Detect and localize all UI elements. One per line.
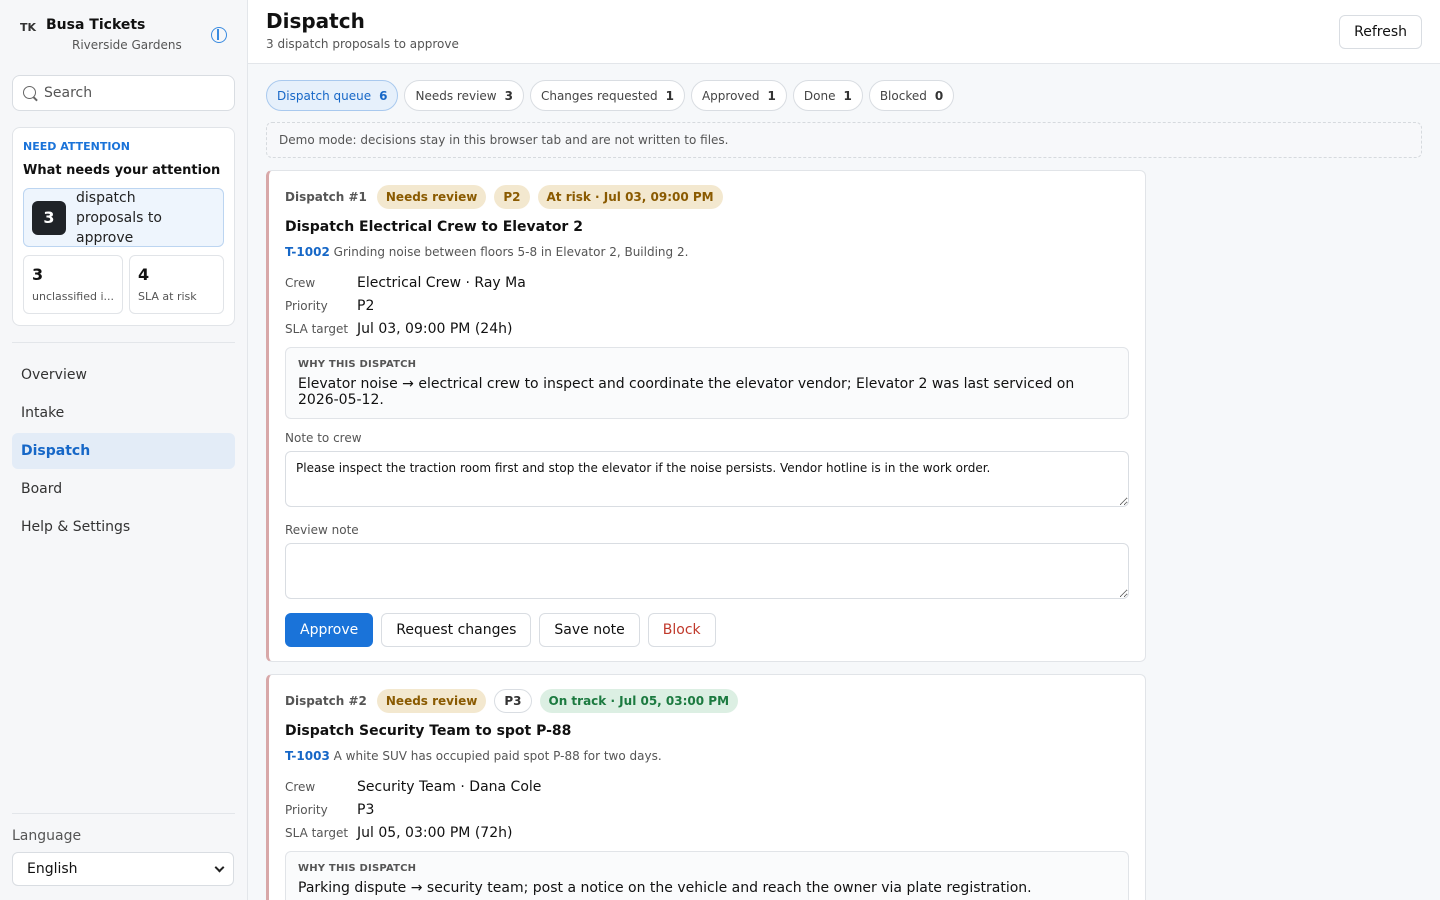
priority-badge: P2 [494, 185, 530, 209]
language-label: Language [12, 828, 82, 844]
status-badge: Needs review [376, 185, 487, 209]
brand-badge: TK [20, 21, 37, 34]
priority-value: P2 [357, 298, 375, 314]
block-button[interactable]: Block [647, 613, 716, 647]
sla-badge: On track · Jul 05, 03:00 PM [539, 689, 739, 713]
stat-label: SLA at risk [138, 290, 197, 303]
sidebar-item-overview[interactable]: Overview [12, 357, 235, 393]
why-label: WHY THIS DISPATCH [298, 359, 417, 370]
refresh-button[interactable]: Refresh [1339, 15, 1422, 49]
stat-label: unclassified i... [32, 290, 115, 303]
ticket-description: Grinding noise between floors 5-8 in Ele… [333, 245, 689, 259]
review-note-field[interactable] [285, 543, 1129, 599]
attention-title: What needs your attention [23, 163, 221, 178]
sidebar-nav: Overview Intake Dispatch Board Help & Se… [12, 357, 235, 545]
language-value: English [27, 861, 78, 877]
tab-needs-review[interactable]: Needs review 3 [404, 80, 524, 111]
review-note-label: Review note [285, 523, 359, 537]
sla-label: SLA target [285, 322, 349, 336]
ticket-description: A white SUV has occupied paid spot P-88 … [333, 749, 662, 763]
tab-count: 6 [379, 88, 388, 103]
tab-count: 1 [665, 88, 674, 103]
tab-count: 3 [504, 88, 513, 103]
page-subtitle: 3 dispatch proposals to approve [266, 37, 459, 51]
priority-value: P3 [357, 802, 375, 818]
crew-value: Security Team · Dana Cole [357, 779, 542, 795]
attention-label: dispatch proposals to approve [76, 189, 162, 246]
priority-label: Priority [285, 803, 328, 817]
stat-count: 4 [138, 265, 150, 284]
dispatch-id: Dispatch #2 [285, 694, 367, 708]
tab-dispatch-queue[interactable]: Dispatch queue 6 [266, 80, 399, 111]
brand-subtitle: Riverside Gardens [72, 38, 182, 52]
stat-count: 3 [32, 265, 44, 284]
note-to-crew-field[interactable]: Please inspect the traction room first a… [285, 451, 1129, 507]
sidebar-item-board[interactable]: Board [12, 471, 235, 507]
sidebar: TK Busa Tickets Riverside Gardens NEED A… [0, 0, 248, 900]
search-icon [23, 85, 36, 99]
chevron-down-icon [214, 862, 225, 872]
priority-label: Priority [285, 299, 328, 313]
sidebar-item-help-settings[interactable]: Help & Settings [12, 509, 235, 545]
demo-notice: Demo mode: decisions stay in this browse… [266, 122, 1422, 158]
sla-label: SLA target [285, 826, 349, 840]
attention-count: 3 [32, 200, 66, 235]
tab-blocked[interactable]: Blocked 0 [868, 80, 955, 111]
priority-badge: P3 [494, 689, 532, 713]
tab-count: 1 [767, 88, 776, 103]
sla-value: Jul 05, 03:00 PM (72h) [357, 825, 513, 841]
attention-panel: NEED ATTENTION What needs your attention… [12, 127, 235, 326]
ticket-link[interactable]: T-1002 [285, 245, 330, 259]
crew-label: Crew [285, 276, 316, 290]
note-to-crew-label: Note to crew [285, 431, 362, 445]
attention-kicker: NEED ATTENTION [23, 140, 130, 153]
stat-sla-at-risk[interactable]: 4 SLA at risk [129, 255, 224, 314]
language-section: Language English [12, 813, 235, 886]
crew-value: Electrical Crew · Ray Ma [357, 275, 526, 291]
app-root: TK Busa Tickets Riverside Gardens NEED A… [0, 0, 1440, 900]
brand-title: Busa Tickets [46, 17, 146, 33]
dispatch-card: Dispatch #2 Needs review P3 On track · J… [266, 674, 1146, 900]
sidebar-item-intake[interactable]: Intake [12, 395, 235, 431]
why-label: WHY THIS DISPATCH [298, 863, 417, 874]
crew-label: Crew [285, 780, 316, 794]
approve-button[interactable]: Approve [285, 613, 374, 647]
why-text: Elevator noise → electrical crew to insp… [298, 376, 1075, 408]
brand: TK Busa Tickets Riverside Gardens [12, 14, 235, 62]
tab-count: 0 [934, 88, 944, 103]
sla-value: Jul 03, 09:00 PM (24h) [357, 321, 513, 337]
filter-tabs: Dispatch queue 6 Needs review 3 Changes re… [266, 80, 1422, 111]
divider [12, 342, 235, 343]
page-header: Dispatch 3 dispatch proposals to approve… [248, 0, 1440, 64]
stat-unclassified[interactable]: 3 unclassified i... [23, 255, 124, 314]
search-input[interactable] [44, 85, 224, 101]
tab-changes-requested[interactable]: Changes requested 1 [529, 80, 685, 111]
dispatch-id: Dispatch #1 [285, 190, 367, 204]
main-content: Dispatch 3 dispatch proposals to approve… [248, 0, 1440, 900]
why-panel: WHY THIS DISPATCH Parking dispute → secu… [285, 851, 1129, 900]
why-panel: WHY THIS DISPATCH Elevator noise → elect… [285, 347, 1129, 419]
status-badge: Needs review [376, 689, 487, 713]
language-select[interactable]: English [12, 852, 234, 886]
ticket-link[interactable]: T-1003 [285, 749, 330, 763]
save-note-button[interactable]: Save note [539, 613, 640, 647]
sidebar-item-dispatch[interactable]: Dispatch [12, 433, 235, 469]
tab-done[interactable]: Done 1 [792, 80, 863, 111]
sla-badge: At risk · Jul 03, 09:00 PM [537, 185, 723, 209]
attention-dispatch-card[interactable]: 3 dispatch proposals to approve [23, 188, 224, 247]
dispatch-title: Dispatch Electrical Crew to Elevator 2 [285, 219, 583, 235]
sidebar-toggle-icon[interactable] [211, 27, 227, 43]
card-actions: Approve Request changes Save note Block [285, 613, 1129, 647]
dispatch-card: Dispatch #1 Needs review P2 At risk · Ju… [266, 170, 1146, 662]
page-title: Dispatch [266, 9, 365, 33]
tab-count: 1 [843, 88, 852, 103]
request-changes-button[interactable]: Request changes [381, 613, 532, 647]
why-text: Parking dispute → security team; post a … [298, 880, 1032, 896]
search-box[interactable] [12, 75, 235, 111]
tab-approved[interactable]: Approved 1 [690, 80, 787, 111]
dispatch-title: Dispatch Security Team to spot P-88 [285, 723, 572, 739]
